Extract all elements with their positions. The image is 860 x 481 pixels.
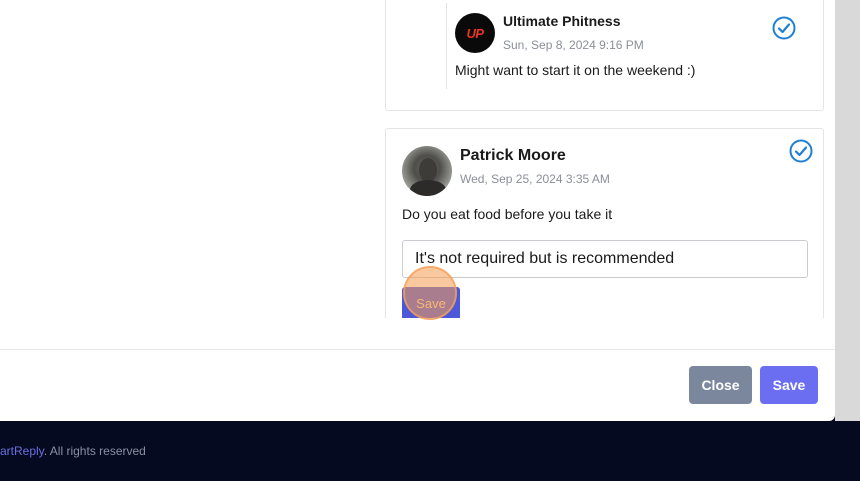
footer-rights-text: . All rights reserved <box>43 444 146 458</box>
comment-card: Patrick Moore Wed, Sep 25, 2024 3:35 AM … <box>385 128 824 318</box>
comment-author: Ultimate Phitness <box>503 13 621 29</box>
overlay-edge <box>835 0 860 421</box>
close-button[interactable]: Close <box>689 366 752 404</box>
comment-message: Might want to start it on the weekend :) <box>455 62 696 78</box>
comment-date: Sun, Sep 8, 2024 9:16 PM <box>503 38 644 52</box>
check-circle-icon[interactable] <box>772 16 796 40</box>
modal-body: UP Ultimate Phitness Sun, Sep 8, 2024 9:… <box>0 0 835 318</box>
avatar <box>402 146 452 196</box>
comment-message: Do you eat food before you take it <box>402 206 613 222</box>
footer-copyright: artReply. All rights reserved <box>0 444 146 458</box>
footer-brand-link[interactable]: artReply <box>0 444 44 458</box>
save-button[interactable]: Save <box>760 366 818 404</box>
comment-card: UP Ultimate Phitness Sun, Sep 8, 2024 9:… <box>385 0 824 111</box>
brand-logo: UP <box>466 25 484 41</box>
thread-line <box>446 3 447 89</box>
comments-modal: UP Ultimate Phitness Sun, Sep 8, 2024 9:… <box>0 0 835 421</box>
comment-author: Patrick Moore <box>460 147 566 164</box>
reply-save-button[interactable]: Save <box>402 287 460 318</box>
avatar: UP <box>455 13 495 53</box>
comment-date: Wed, Sep 25, 2024 3:35 AM <box>460 172 610 186</box>
reply-input[interactable]: It's not required but is recommended <box>402 240 808 278</box>
check-circle-icon[interactable] <box>789 139 813 163</box>
